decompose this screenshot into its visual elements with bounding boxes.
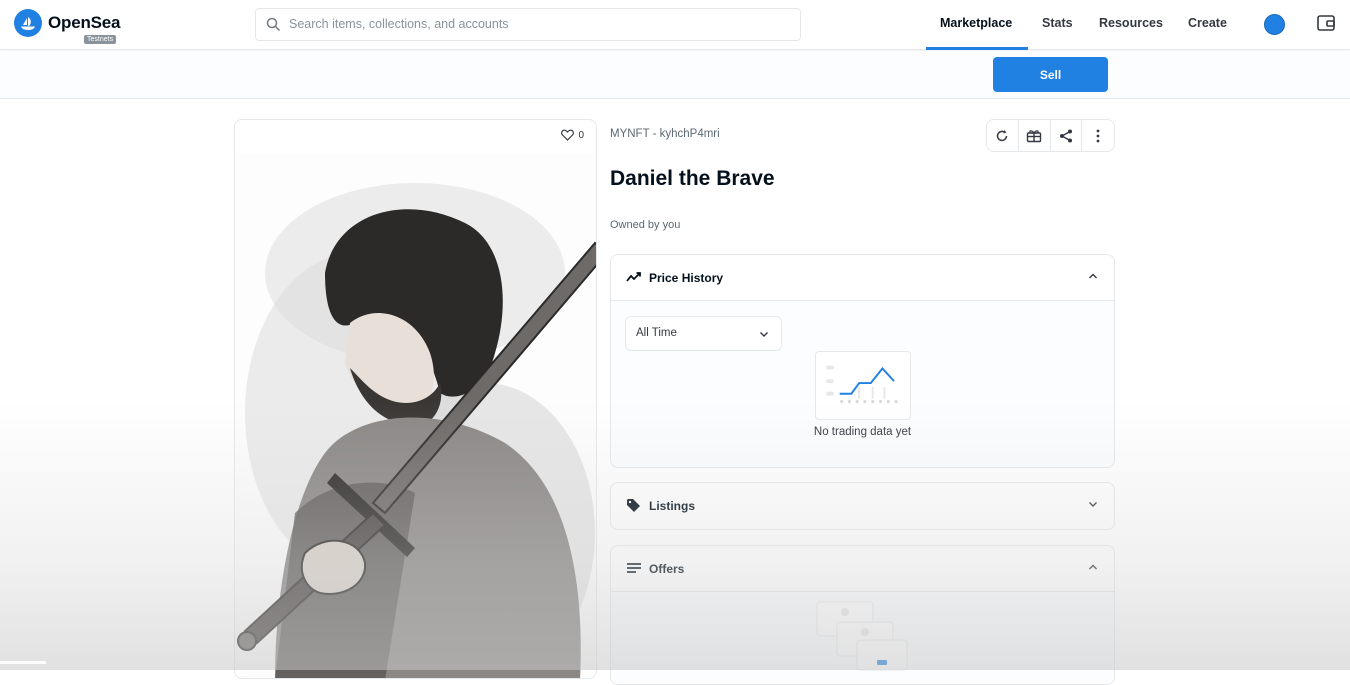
sell-button[interactable]: Sell bbox=[993, 57, 1108, 92]
transfer-icon bbox=[1026, 129, 1042, 142]
transfer-button[interactable] bbox=[1019, 120, 1051, 151]
refresh-button[interactable] bbox=[987, 120, 1019, 151]
time-filter-select[interactable]: All Time bbox=[625, 316, 782, 351]
listings-header[interactable]: Listings bbox=[611, 483, 1114, 529]
share-icon bbox=[1059, 129, 1072, 142]
share-button[interactable] bbox=[1051, 120, 1083, 151]
item-title: Daniel the Brave bbox=[610, 167, 775, 190]
no-trading-data-text: No trading data yet bbox=[813, 426, 912, 438]
empty-chart-illustration bbox=[815, 351, 911, 420]
nav-resources[interactable]: Resources bbox=[1099, 16, 1163, 30]
time-filter-value: All Time bbox=[636, 327, 677, 339]
trend-icon bbox=[626, 272, 641, 282]
collection-link[interactable]: MYNFT - kyhchP4mri bbox=[610, 128, 720, 140]
search-placeholder: Search items, collections, and accounts bbox=[289, 17, 509, 31]
nav-active-indicator bbox=[926, 47, 1028, 50]
testnet-badge: Testnets bbox=[84, 35, 117, 44]
tag-icon bbox=[627, 499, 640, 512]
offers-panel: Offers bbox=[610, 545, 1115, 685]
video-progress-bar bbox=[0, 661, 46, 664]
price-history-title: Price History bbox=[649, 271, 724, 285]
avatar[interactable] bbox=[1264, 14, 1285, 35]
price-history-header[interactable]: Price History bbox=[611, 255, 1114, 301]
chevron-down-icon bbox=[760, 332, 768, 337]
opensea-logo-icon[interactable] bbox=[14, 9, 42, 37]
offers-body bbox=[611, 592, 1114, 684]
item-action-bar: Sell bbox=[0, 51, 1350, 99]
chevron-up-icon bbox=[1089, 564, 1097, 570]
nav-create[interactable]: Create bbox=[1188, 16, 1227, 30]
search-icon bbox=[266, 17, 281, 32]
offers-title: Offers bbox=[649, 562, 685, 576]
item-toolbar bbox=[986, 119, 1115, 152]
nav-marketplace[interactable]: Marketplace bbox=[940, 16, 1012, 30]
refresh-icon bbox=[997, 129, 1008, 141]
chevron-down-icon bbox=[1089, 502, 1097, 507]
more-options-button[interactable] bbox=[1082, 120, 1114, 151]
listings-panel: Listings bbox=[610, 482, 1115, 530]
price-history-panel: Price History All Time No trading data y… bbox=[610, 254, 1115, 468]
favorite-button[interactable]: 0 bbox=[561, 129, 584, 141]
favorite-count: 0 bbox=[578, 129, 584, 141]
list-icon bbox=[627, 563, 641, 573]
nft-image[interactable] bbox=[235, 153, 597, 679]
brand-name[interactable]: OpenSea bbox=[48, 13, 120, 33]
offers-header[interactable]: Offers bbox=[611, 546, 1114, 592]
price-history-body: All Time No trading data yet bbox=[611, 301, 1114, 467]
owner-line: Owned by you bbox=[610, 219, 681, 231]
listings-title: Listings bbox=[649, 499, 696, 513]
top-nav: OpenSea Testnets Search items, collectio… bbox=[0, 0, 1350, 50]
search-input[interactable]: Search items, collections, and accounts bbox=[255, 8, 801, 41]
more-icon bbox=[1096, 129, 1100, 142]
heart-icon bbox=[561, 129, 575, 141]
nav-stats[interactable]: Stats bbox=[1042, 16, 1073, 30]
nft-media-card: 0 bbox=[234, 119, 597, 679]
empty-offers-illustration bbox=[816, 601, 908, 671]
wallet-icon[interactable] bbox=[1316, 13, 1336, 33]
chevron-up-icon bbox=[1089, 273, 1097, 279]
